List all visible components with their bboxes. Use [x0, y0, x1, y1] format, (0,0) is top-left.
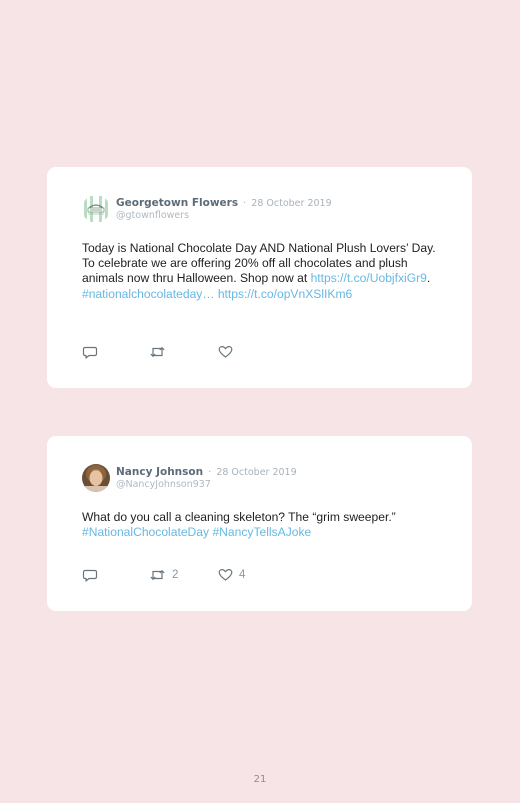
hashtag-link[interactable]: #NationalChocolateDay [82, 525, 209, 539]
avatar[interactable] [82, 464, 110, 492]
tweet-link[interactable]: https://t.co/opVnXSlIKm6 [218, 287, 352, 301]
author-line: Georgetown Flowers · 28 October 2019 [116, 195, 332, 210]
author-handle[interactable]: @gtownflowers [116, 210, 332, 222]
tweet-card: Nancy Johnson · 28 October 2019 @NancyJo… [47, 436, 472, 611]
author-name[interactable]: Georgetown Flowers [116, 197, 238, 209]
reply-button[interactable] [82, 567, 98, 583]
tweet-date[interactable]: 28 October 2019 [251, 198, 331, 209]
author-line: Nancy Johnson · 28 October 2019 [116, 464, 297, 479]
retweet-count: 2 [172, 569, 179, 581]
tweet-header: Georgetown Flowers · 28 October 2019 @gt… [82, 195, 332, 225]
avatar[interactable] [82, 195, 110, 223]
hashtag-link[interactable]: #NancyTellsAJoke [212, 525, 311, 539]
retweet-button[interactable] [149, 344, 166, 360]
flower-shop-logo-icon [82, 195, 110, 223]
tweet-link[interactable]: https://t.co/UobjfxiGr9 [311, 271, 427, 285]
page-number: 21 [253, 774, 267, 785]
tweet-text: What do you call a cleaning skeleton? Th… [82, 510, 442, 540]
tweet-text: Today is National Chocolate Day AND Nati… [82, 241, 442, 302]
tweet-date[interactable]: 28 October 2019 [216, 467, 296, 478]
separator: · [243, 198, 247, 209]
author-info: Nancy Johnson · 28 October 2019 @NancyJo… [116, 464, 297, 491]
text-segment: . [426, 271, 431, 286]
reply-icon [82, 346, 98, 359]
author-name[interactable]: Nancy Johnson [116, 466, 203, 478]
like-button[interactable]: 4 [218, 567, 245, 583]
retweet-button[interactable]: 2 [149, 567, 178, 583]
heart-icon [218, 346, 233, 358]
reply-icon [82, 569, 98, 582]
retweet-icon [150, 346, 165, 358]
separator: · [208, 467, 212, 478]
retweet-icon [150, 569, 165, 581]
like-button[interactable] [218, 344, 233, 360]
reply-button[interactable] [82, 344, 98, 360]
tweet-card: Georgetown Flowers · 28 October 2019 @gt… [47, 167, 472, 388]
text-segment: What do you call a cleaning skeleton? Th… [82, 510, 396, 524]
like-count: 4 [239, 569, 246, 581]
profile-photo [82, 464, 110, 492]
tweet-header: Nancy Johnson · 28 October 2019 @NancyJo… [82, 464, 297, 494]
author-info: Georgetown Flowers · 28 October 2019 @gt… [116, 195, 332, 222]
heart-icon [218, 569, 233, 581]
author-handle[interactable]: @NancyJohnson937 [116, 479, 297, 491]
hashtag-link[interactable]: #nationalchocolateday… [82, 287, 214, 301]
